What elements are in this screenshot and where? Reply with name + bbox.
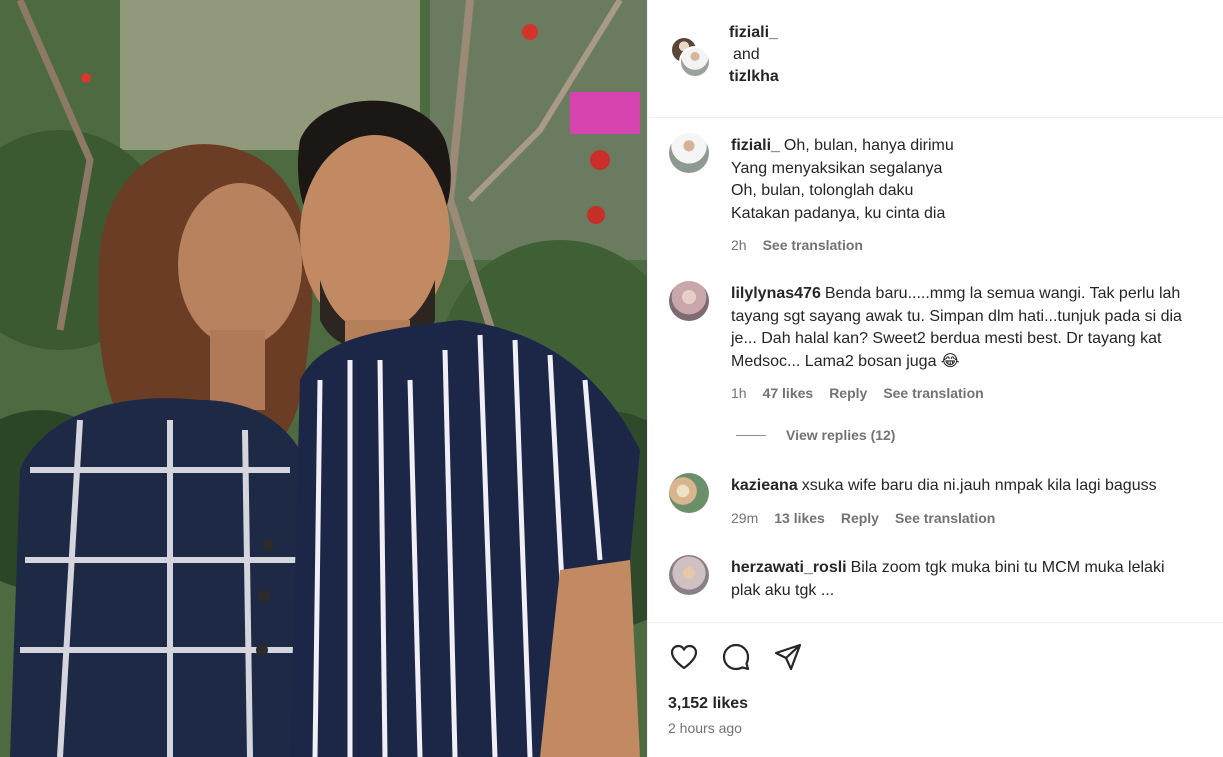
likes-count[interactable]: 3,152 likes bbox=[668, 695, 748, 713]
posted-time: 2 hours ago bbox=[668, 720, 742, 736]
comment-body: kazieana xsuka wife baru dia ni.jauh nmpa… bbox=[731, 475, 1198, 529]
comment-time: 29m bbox=[731, 509, 759, 526]
comment-meta: 1h 47 likes Reply See translation bbox=[731, 382, 1198, 405]
comment-username[interactable]: kazieana bbox=[731, 477, 798, 494]
action-bar bbox=[668, 641, 804, 673]
comment-username[interactable]: lilylynas476 bbox=[731, 285, 821, 302]
divider bbox=[736, 434, 766, 436]
comment-text: Katakan padanya, ku cinta dia bbox=[731, 204, 946, 222]
avatar[interactable] bbox=[669, 555, 709, 595]
view-replies-label: View replies (12) bbox=[786, 427, 896, 443]
comment-meta: 2h See translation bbox=[731, 234, 1198, 257]
comment-username[interactable]: herzawati_rosli bbox=[731, 559, 847, 576]
comments-list[interactable]: fiziali_ Oh, bulan, hanya dirimu Yang men… bbox=[648, 119, 1223, 622]
comment-body: herzawati_rosli Bila zoom tgk muka bini t… bbox=[731, 557, 1198, 602]
comment-body: fiziali_ Oh, bulan, hanya dirimu Yang men… bbox=[731, 135, 1198, 257]
comment-meta: 29m 13 likes Reply See translation bbox=[731, 507, 1198, 530]
post-side-panel: fiziali_ and tizlkha fiziali_ Oh, bulan, … bbox=[647, 0, 1223, 757]
post-actions-section: 3,152 likes 2 hours ago bbox=[648, 622, 1223, 757]
post-authors: fiziali_ and tizlkha bbox=[729, 22, 779, 88]
comment-likes[interactable]: 13 likes bbox=[774, 507, 825, 530]
post-header: fiziali_ and tizlkha bbox=[648, 0, 1223, 118]
heart-icon[interactable] bbox=[668, 641, 700, 673]
view-replies-button[interactable]: View replies (12) bbox=[736, 427, 895, 443]
comment-username[interactable]: fiziali_ bbox=[731, 137, 780, 154]
avatar[interactable] bbox=[669, 473, 709, 513]
comment-text: Yang menyaksikan segalanya bbox=[731, 159, 943, 177]
author-username[interactable]: fiziali_ bbox=[729, 24, 778, 41]
share-icon[interactable] bbox=[772, 641, 804, 673]
comment-time: 1h bbox=[731, 385, 747, 401]
avatar[interactable] bbox=[669, 281, 709, 321]
see-translation-button[interactable]: See translation bbox=[895, 507, 995, 530]
photo-illustration bbox=[0, 0, 647, 757]
reply-button[interactable]: Reply bbox=[829, 382, 867, 405]
comment-body: lilylynas476 Benda baru.....mmg la semua … bbox=[731, 283, 1198, 405]
comment-text: Oh, bulan, hanya dirimu bbox=[783, 137, 954, 154]
comment-text: Oh, bulan, tolonglah daku bbox=[731, 182, 914, 199]
and-label: and bbox=[733, 46, 760, 63]
collaborator-username[interactable]: tizlkha bbox=[729, 68, 779, 85]
reply-button[interactable]: Reply bbox=[841, 507, 879, 530]
avatar[interactable] bbox=[679, 46, 711, 78]
see-translation-button[interactable]: See translation bbox=[883, 382, 983, 405]
see-translation-button[interactable]: See translation bbox=[763, 234, 863, 257]
comment-likes[interactable]: 47 likes bbox=[763, 382, 814, 405]
comment-time: 2h bbox=[731, 237, 747, 253]
comment-text: xsuka wife baru dia ni.jauh nmpak kila l… bbox=[801, 477, 1157, 494]
post-photo[interactable] bbox=[0, 0, 647, 757]
avatar[interactable] bbox=[669, 133, 709, 173]
comment-icon[interactable] bbox=[720, 641, 752, 673]
